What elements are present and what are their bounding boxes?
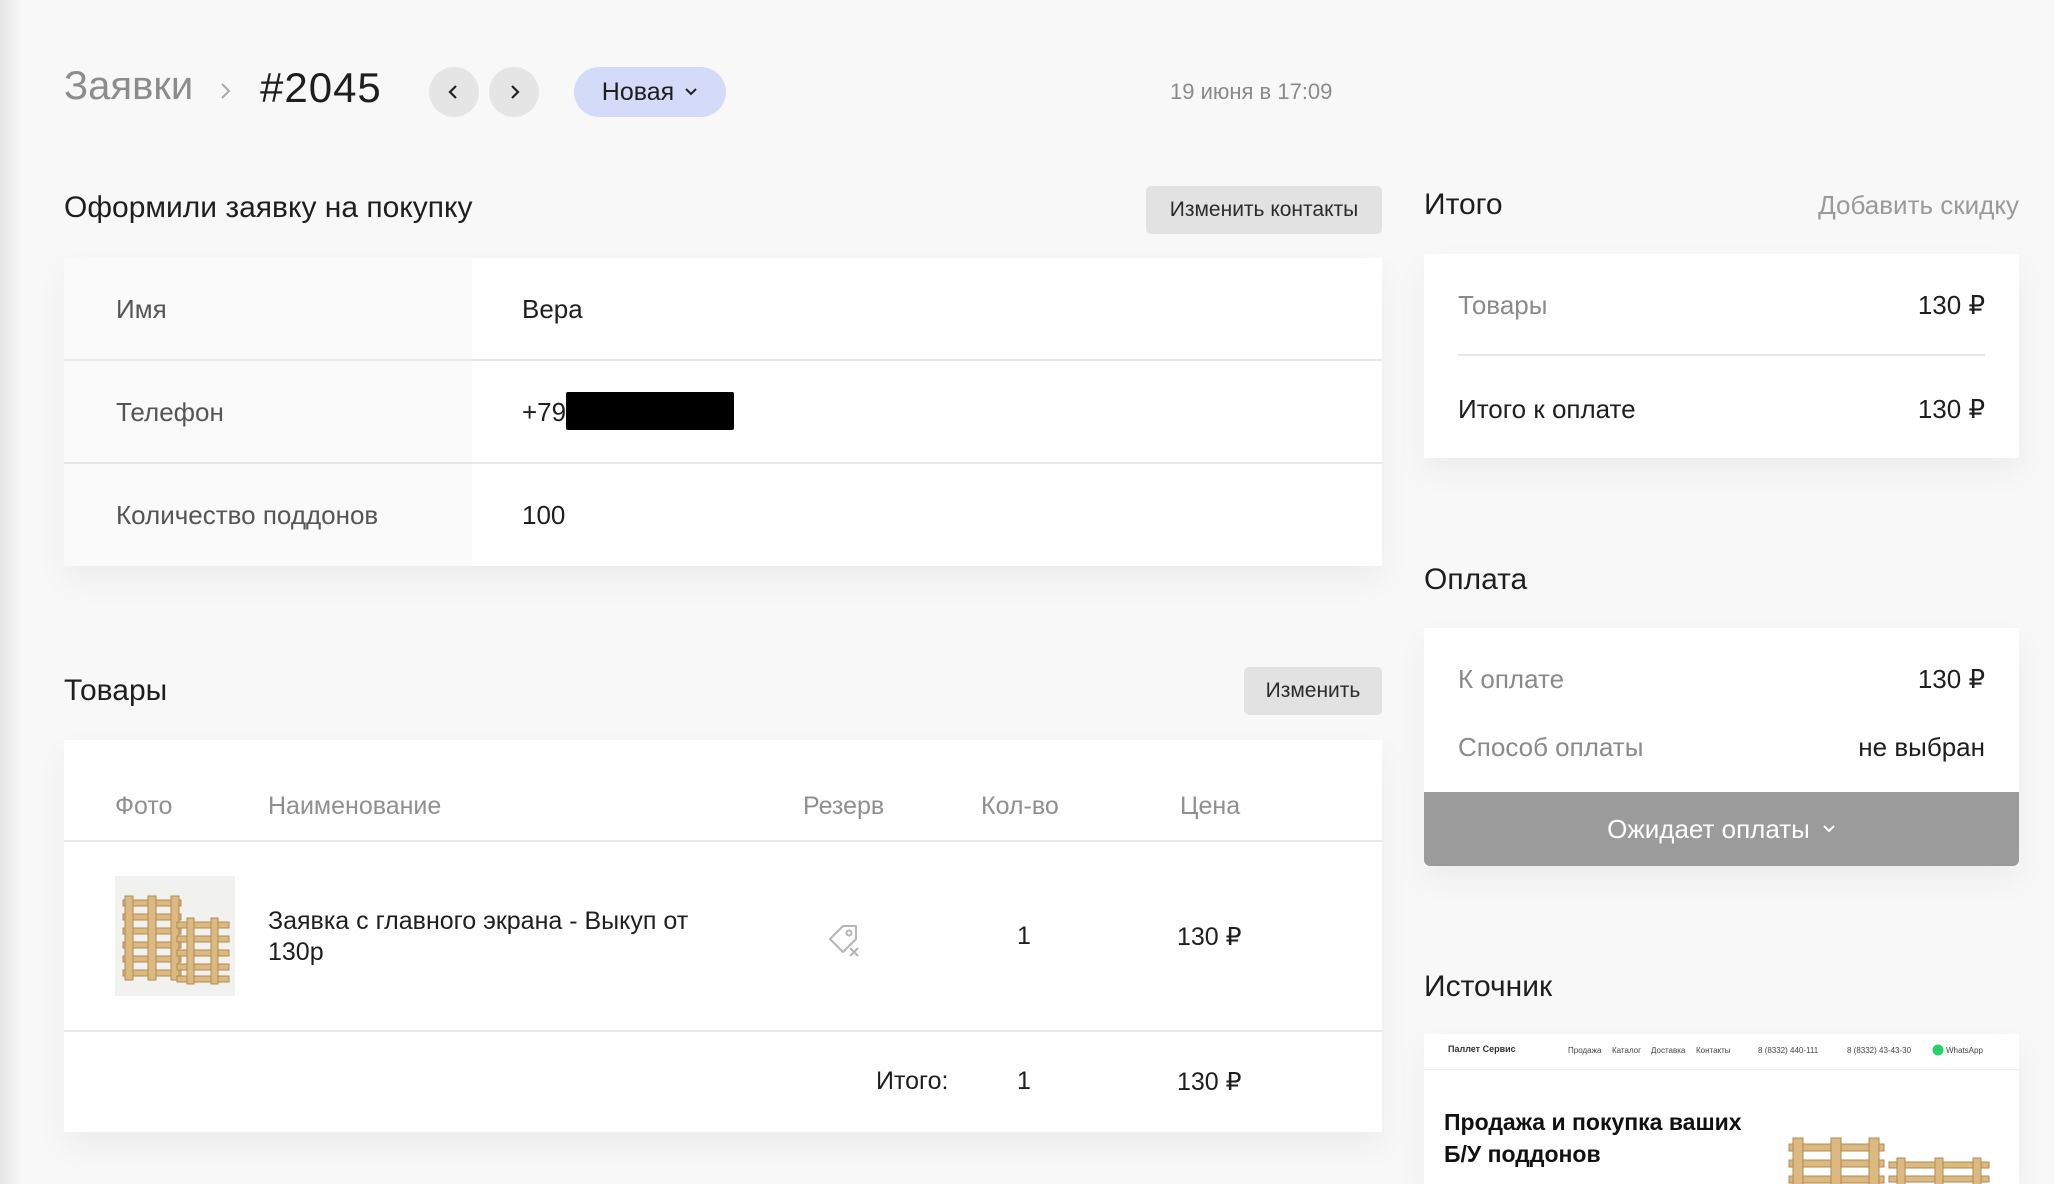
preview-messenger: WhatsApp (1946, 1046, 1983, 1055)
payment-due-label: К оплате (1458, 664, 1565, 694)
summary-total-value: 130 ₽ (1917, 394, 1985, 424)
row-divider (64, 840, 1382, 842)
redaction-mark (566, 392, 735, 431)
source-title: Источник (1424, 970, 1553, 1003)
edit-goods-button[interactable]: Изменить (1244, 667, 1382, 715)
request-title: Оформили заявку на покупку (64, 191, 473, 224)
total-qty: 1 (1017, 1067, 1031, 1095)
payment-title: Оплата (1424, 563, 1528, 596)
product-qty: 1 (1017, 922, 1031, 950)
tag-off-icon[interactable] (826, 922, 862, 958)
product-price: 130 ₽ (1177, 923, 1242, 951)
status-label: Новая (601, 77, 675, 106)
payment-status-label: Ожидает оплаты (1607, 813, 1810, 844)
contact-row-name: Имя Вера (64, 258, 1382, 360)
page-title: #2045 (260, 64, 382, 111)
preview-headline: Продажа и покупка ваших Б/У поддонов (1444, 1109, 1742, 1167)
summary-title: Итого (1424, 188, 1503, 221)
preview-nav-link: Контакты (1696, 1046, 1731, 1055)
total-label: Итого: (876, 1067, 949, 1095)
summary-total-label: Итого к оплате (1458, 394, 1636, 424)
goods-table: Фото Наименование Резерв Кол-во Цена Зая… (64, 740, 1382, 1132)
whatsapp-icon (1932, 1044, 1944, 1056)
sidebar-shadow (0, 0, 22, 1184)
column-header-photo: Фото (115, 792, 173, 820)
row-divider (64, 1030, 1382, 1032)
preview-nav-link: Каталог (1612, 1046, 1642, 1055)
preview-nav-link: Продажа (1568, 1046, 1602, 1055)
field-value: 100 (522, 500, 566, 530)
total-price: 130 ₽ (1177, 1068, 1242, 1096)
payment-method-label: Способ оплаты (1458, 732, 1644, 762)
pallet-stack-icon (1788, 1137, 1990, 1184)
source-preview[interactable]: Паллет Сервис Продажа Каталог Доставка К… (1424, 1034, 2019, 1184)
contact-row-phone: Телефон +79 (64, 361, 1382, 463)
product-name[interactable]: Заявка с главного экрана - Выкуп от 130р (268, 906, 748, 968)
summary-card: Товары 130 ₽ Итого к оплате 130 ₽ (1424, 254, 2019, 458)
column-header-price: Цена (1180, 792, 1241, 820)
contact-row-pallets: Количество поддонов 100 (64, 464, 1382, 566)
phone-field-value: +79 (522, 392, 735, 431)
contact-card: Имя Вера Телефон +79 Количество поддонов… (64, 258, 1382, 566)
payment-status-dropdown[interactable]: Ожидает оплаты (1424, 792, 2019, 866)
preview-phone: 8 (8332) 43-43-30 (1847, 1046, 1912, 1055)
breadcrumb-separator-icon (221, 83, 231, 99)
field-label: Телефон (116, 397, 224, 427)
summary-goods-value: 130 ₽ (1917, 290, 1985, 320)
chevron-down-icon (685, 88, 697, 96)
row-divider (1458, 354, 1985, 356)
previous-order-button[interactable] (429, 67, 479, 117)
field-label: Имя (116, 294, 167, 324)
order-date: 19 июня в 17:09 (1170, 79, 1333, 104)
preview-phone: 8 (8332) 440-111 (1758, 1046, 1819, 1055)
goods-title: Товары (64, 674, 168, 707)
column-header-qty: Кол-во (981, 792, 1059, 820)
product-photo[interactable] (115, 876, 235, 996)
edit-contacts-button[interactable]: Изменить контакты (1146, 186, 1382, 234)
status-dropdown[interactable]: Новая (574, 67, 726, 117)
next-order-button[interactable] (489, 67, 539, 117)
preview-navbar: Паллет Сервис Продажа Каталог Доставка К… (1424, 1034, 2019, 1070)
pallet-stack-icon (122, 895, 230, 985)
preview-nav-link: Доставка (1651, 1046, 1686, 1055)
payment-method-value[interactable]: не выбран (1858, 732, 1985, 763)
add-discount-link[interactable]: Добавить скидку (1818, 190, 2019, 221)
field-label: Количество поддонов (116, 500, 379, 530)
preview-logo: Паллет Сервис (1448, 1044, 1516, 1054)
column-header-name: Наименование (268, 792, 442, 820)
chevron-right-icon (511, 85, 520, 99)
breadcrumb-requests[interactable]: Заявки (64, 64, 193, 109)
summary-goods-label: Товары (1458, 290, 1548, 320)
payment-card: К оплате 130 ₽ Способ оплаты не выбран О… (1424, 628, 2019, 866)
chevron-down-icon (1823, 825, 1835, 833)
payment-due-value: 130 ₽ (1917, 664, 1985, 694)
column-header-reserve: Резерв (803, 792, 885, 820)
field-value: +79 (522, 397, 567, 427)
field-value: Вера (522, 294, 583, 324)
chevron-left-icon (448, 85, 457, 99)
